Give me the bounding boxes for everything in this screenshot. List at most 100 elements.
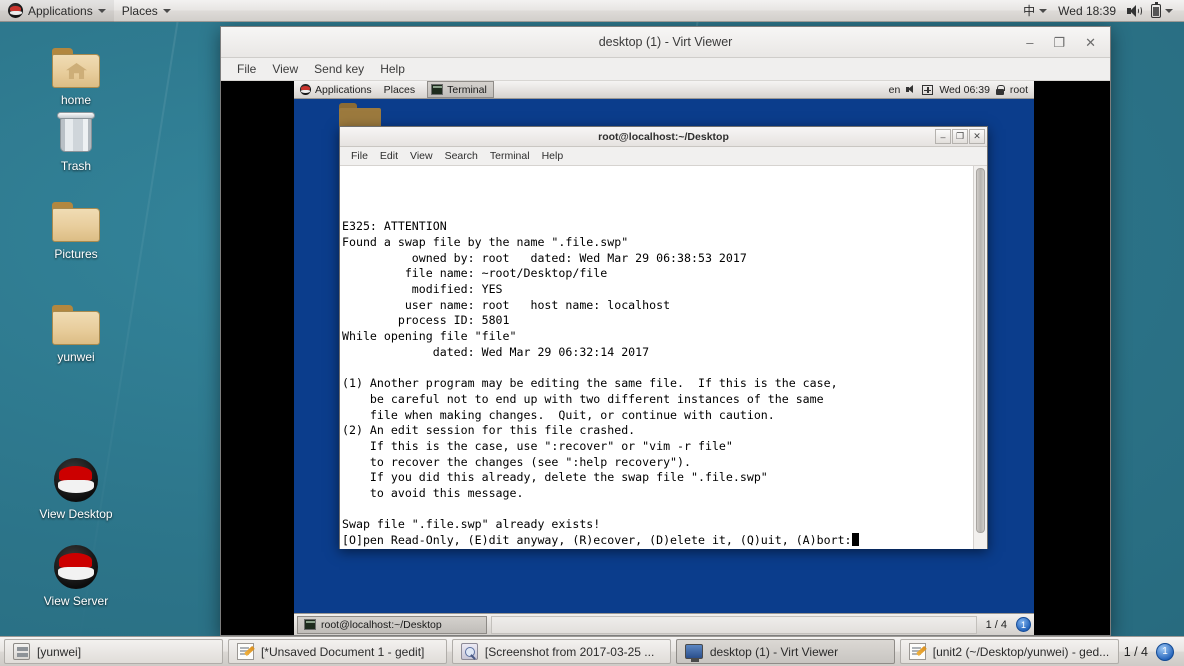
terminal-icon bbox=[431, 84, 444, 95]
terminal-menu-help[interactable]: Help bbox=[536, 149, 570, 163]
battery-button[interactable] bbox=[1147, 0, 1177, 22]
guest-desktop[interactable]: Applications Places Terminal en Wed 06:3… bbox=[294, 81, 1034, 635]
guest-places-menu[interactable]: Places bbox=[378, 81, 422, 99]
guest-user-label[interactable]: root bbox=[1010, 84, 1028, 96]
guest-window-button-terminal[interactable]: Terminal bbox=[427, 81, 494, 98]
menu-help[interactable]: Help bbox=[372, 60, 413, 78]
terminal-titlebar[interactable]: root@localhost:~/Desktop – ❐ ✕ bbox=[340, 127, 987, 147]
taskbar-item-label: desktop (1) - Virt Viewer bbox=[709, 644, 839, 659]
terminal-close-button[interactable]: ✕ bbox=[969, 129, 985, 144]
taskbar-item-yunwei[interactable]: [yunwei] bbox=[4, 639, 223, 664]
menu-file[interactable]: File bbox=[229, 60, 264, 78]
applications-menu[interactable]: Applications bbox=[0, 0, 114, 22]
taskbar-item-label: [*Unsaved Document 1 - gedit] bbox=[260, 644, 425, 659]
guest-applications-label: Applications bbox=[315, 83, 372, 96]
maximize-button[interactable]: ❐ bbox=[1053, 36, 1065, 49]
taskbar-item-unsaved-document[interactable]: [*Unsaved Document 1 - gedit] bbox=[227, 639, 447, 664]
guest-top-panel: Applications Places Terminal en Wed 06:3… bbox=[294, 81, 1034, 99]
terminal-window-controls: – ❐ ✕ bbox=[935, 129, 985, 144]
terminal-scrollbar-thumb[interactable] bbox=[976, 168, 985, 533]
desktop-icon-pictures[interactable]: Pictures bbox=[18, 192, 134, 262]
applications-menu-label: Applications bbox=[28, 3, 93, 18]
guest-workspace-count: 1 / 4 bbox=[985, 618, 1007, 631]
menu-view[interactable]: View bbox=[264, 60, 306, 78]
places-menu-label: Places bbox=[121, 3, 158, 18]
virt-viewer-titlebar[interactable]: desktop (1) - Virt Viewer – ❐ ✕ bbox=[221, 27, 1110, 58]
trash-icon bbox=[18, 104, 134, 154]
guest-input-method-label[interactable]: en bbox=[889, 84, 901, 96]
guest-applications-menu[interactable]: Applications bbox=[294, 81, 378, 99]
taskbar-item-label: [Screenshot from 2017-03-25 ... bbox=[484, 644, 655, 659]
guest-workspace-indicator[interactable]: 1 bbox=[1016, 617, 1031, 632]
network-icon[interactable] bbox=[922, 84, 934, 95]
terminal-output[interactable]: E325: ATTENTION Found a swap file by the… bbox=[340, 166, 973, 549]
minimize-button[interactable]: – bbox=[1026, 36, 1033, 49]
terminal-scrollbar[interactable] bbox=[973, 166, 987, 549]
guest-taskbar-item-terminal[interactable]: root@localhost:~/Desktop bbox=[297, 615, 487, 634]
close-button[interactable]: ✕ bbox=[1085, 36, 1096, 49]
chevron-down-icon bbox=[1165, 8, 1173, 13]
terminal-content-area[interactable]: E325: ATTENTION Found a swap file by the… bbox=[340, 166, 987, 549]
desktop-icon-label: Pictures bbox=[54, 247, 98, 261]
workspace-count: 1 / 4 bbox=[1123, 644, 1149, 659]
terminal-menu-edit[interactable]: Edit bbox=[374, 149, 404, 163]
taskbar-item-screenshot[interactable]: [Screenshot from 2017-03-25 ... bbox=[451, 639, 671, 664]
terminal-title: root@localhost:~/Desktop bbox=[598, 130, 729, 143]
guest-places-label: Places bbox=[383, 83, 416, 96]
terminal-cursor bbox=[851, 533, 859, 547]
desktop-icon-view-server[interactable]: View Server bbox=[18, 539, 134, 609]
host-taskbar-workspace-area: 1 / 4 1 bbox=[1123, 642, 1180, 661]
volume-button[interactable] bbox=[1123, 0, 1144, 22]
redhat-logo-icon bbox=[8, 3, 23, 18]
input-method-indicator[interactable]: 中 bbox=[1019, 0, 1051, 22]
clock[interactable]: Wed 18:39 bbox=[1054, 0, 1120, 22]
terminal-menu-file[interactable]: File bbox=[345, 149, 374, 163]
terminal-output-text: E325: ATTENTION Found a swap file by the… bbox=[342, 219, 852, 548]
guest-window-button-label: Terminal bbox=[447, 83, 487, 96]
desktop-icon-home[interactable]: home bbox=[18, 38, 134, 108]
guest-taskbar-empty-area bbox=[491, 615, 977, 634]
terminal-menu-search[interactable]: Search bbox=[439, 149, 484, 163]
speaker-icon[interactable] bbox=[906, 85, 916, 94]
guest-taskbar-item-label: root@localhost:~/Desktop bbox=[321, 618, 442, 631]
redhat-logo-icon bbox=[18, 539, 134, 589]
gedit-icon bbox=[908, 643, 926, 660]
folder-icon bbox=[18, 295, 134, 345]
desktop-icon-view-desktop[interactable]: View Desktop bbox=[18, 452, 134, 522]
virt-viewer-title: desktop (1) - Virt Viewer bbox=[598, 35, 733, 49]
desktop-icon-label: View Server bbox=[43, 594, 109, 608]
desktop-icon-trash[interactable]: Trash bbox=[18, 104, 134, 174]
places-menu[interactable]: Places bbox=[114, 0, 179, 22]
taskbar-item-virt-viewer[interactable]: desktop (1) - Virt Viewer bbox=[675, 639, 895, 664]
terminal-menu-view[interactable]: View bbox=[404, 149, 439, 163]
host-taskbar: [yunwei] [*Unsaved Document 1 - gedit] [… bbox=[0, 636, 1184, 666]
host-top-panel: Applications Places 中 Wed 18:39 bbox=[0, 0, 1184, 22]
host-top-panel-status-area: 中 Wed 18:39 bbox=[1019, 0, 1184, 22]
speaker-icon bbox=[1127, 4, 1142, 17]
virt-viewer-display-area[interactable]: Applications Places Terminal en Wed 06:3… bbox=[221, 81, 1110, 635]
battery-icon bbox=[1151, 1, 1161, 18]
monitor-icon bbox=[684, 644, 703, 662]
terminal-menu-terminal[interactable]: Terminal bbox=[484, 149, 536, 163]
virt-viewer-window[interactable]: desktop (1) - Virt Viewer – ❐ ✕ File Vie… bbox=[220, 26, 1111, 636]
chevron-down-icon bbox=[1039, 8, 1048, 13]
redhat-logo-icon bbox=[300, 84, 311, 95]
guest-clock-label[interactable]: Wed 06:39 bbox=[939, 84, 990, 96]
clock-label: Wed 18:39 bbox=[1058, 3, 1116, 18]
workspace-indicator[interactable]: 1 bbox=[1156, 642, 1175, 661]
redhat-logo-icon bbox=[18, 452, 134, 502]
desktop-icon-yunwei[interactable]: yunwei bbox=[18, 295, 134, 365]
terminal-menubar: File Edit View Search Terminal Help bbox=[340, 147, 987, 166]
terminal-maximize-button[interactable]: ❐ bbox=[952, 129, 968, 144]
terminal-window[interactable]: root@localhost:~/Desktop – ❐ ✕ File Edit… bbox=[339, 126, 988, 549]
gedit-icon bbox=[236, 643, 254, 660]
files-icon bbox=[13, 643, 30, 660]
taskbar-item-unit2[interactable]: [unit2 (~/Desktop/yunwei) - ged... bbox=[899, 639, 1119, 664]
folder-icon bbox=[18, 192, 134, 242]
input-method-label: 中 bbox=[1023, 4, 1036, 18]
terminal-minimize-button[interactable]: – bbox=[935, 129, 951, 144]
desktop-icon-label: Trash bbox=[60, 159, 92, 173]
chevron-down-icon bbox=[97, 8, 106, 13]
home-folder-icon bbox=[18, 38, 134, 88]
menu-send-key[interactable]: Send key bbox=[306, 60, 372, 78]
